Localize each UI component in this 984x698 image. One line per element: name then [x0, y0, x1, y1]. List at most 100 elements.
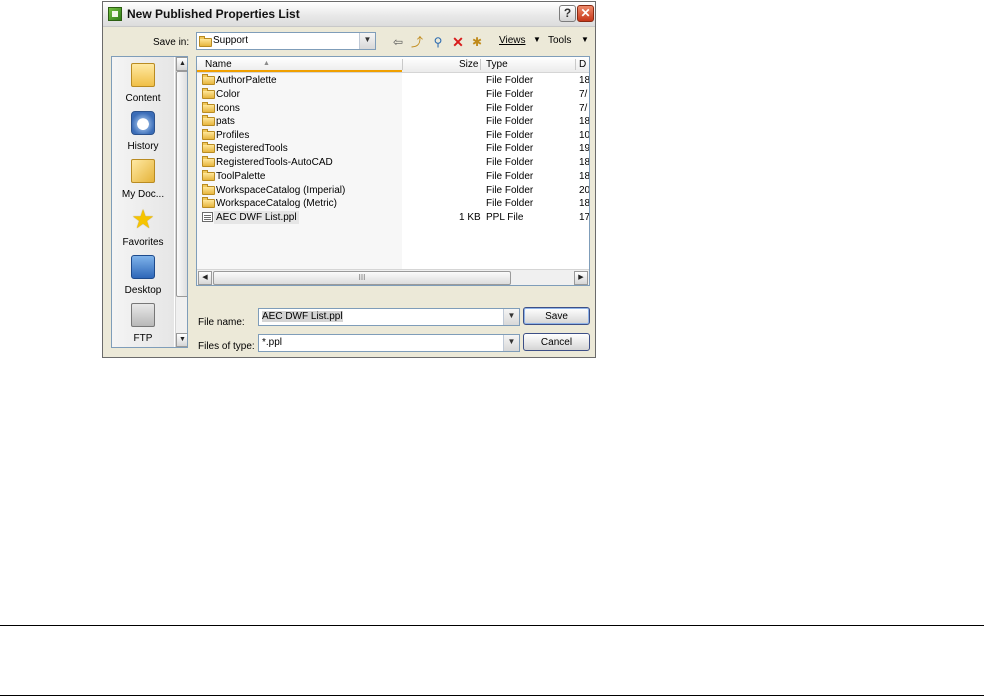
new-folder-icon[interactable]: ✱: [469, 35, 485, 49]
file-date: 18: [579, 171, 590, 182]
file-name: RegisteredTools: [216, 143, 288, 154]
file-type: File Folder: [486, 185, 534, 196]
file-name-value-wrap: AEC DWF List.ppl: [262, 311, 343, 322]
place-label: FTP: [133, 333, 153, 344]
save-in-label: Save in:: [153, 37, 190, 48]
file-row[interactable]: ToolPalette File Folder 18: [197, 170, 589, 183]
file-row[interactable]: AEC DWF List.ppl 1 KB PPL File 17: [197, 211, 589, 224]
file-row[interactable]: RegisteredTools-AutoCAD File Folder 18: [197, 156, 589, 169]
column-type[interactable]: Type: [486, 59, 508, 70]
file-name: ToolPalette: [216, 171, 266, 182]
page-divider: [0, 625, 984, 626]
file-name-label: File name:: [198, 317, 245, 328]
page-divider: [0, 695, 984, 696]
delete-icon[interactable]: ✕: [450, 35, 466, 49]
file-type-value: *.ppl: [262, 337, 283, 348]
file-date: 17: [579, 212, 590, 223]
scroll-thumb[interactable]: III: [213, 271, 511, 285]
file-type: File Folder: [486, 198, 534, 209]
save-button[interactable]: Save: [523, 307, 590, 325]
column-header: Name ▲ Size Type D: [197, 57, 589, 73]
column-divider[interactable]: [480, 59, 481, 70]
favorites-star-icon: ★: [131, 204, 155, 234]
folder-icon: [202, 115, 215, 126]
scroll-left-icon[interactable]: ◀: [198, 271, 212, 285]
file-row[interactable]: Color File Folder 7/: [197, 88, 589, 101]
close-button[interactable]: ✕: [577, 5, 594, 22]
file-row[interactable]: Profiles File Folder 10: [197, 129, 589, 142]
folder-icon: [202, 74, 215, 85]
file-name: Icons: [216, 103, 240, 114]
views-menu[interactable]: Views: [499, 35, 526, 46]
folder-icon: [202, 156, 215, 167]
places-list: Content History My Doc... ★ Favorites De…: [112, 57, 174, 347]
file-type-dropdown[interactable]: *.ppl ▼: [258, 334, 520, 352]
file-date: 7/: [579, 89, 588, 100]
file-type-label: Files of type:: [198, 341, 255, 352]
column-size[interactable]: Size: [459, 59, 478, 70]
file-size: 1 KB: [459, 212, 481, 223]
file-row[interactable]: AuthorPalette File Folder 18: [197, 74, 589, 87]
file-row[interactable]: Icons File Folder 7/: [197, 102, 589, 115]
save-in-dropdown[interactable]: Support ▼: [196, 32, 376, 50]
tools-arrow-icon[interactable]: ▼: [581, 35, 589, 44]
save-in-value: Support: [213, 35, 249, 46]
file-name: RegisteredTools-AutoCAD: [216, 157, 333, 168]
file-date: 18: [579, 116, 590, 127]
folder-icon: [202, 197, 215, 208]
file-name: WorkspaceCatalog (Imperial): [216, 185, 346, 196]
file-type: File Folder: [486, 116, 534, 127]
sort-ascending-icon: ▲: [263, 60, 270, 67]
file-row[interactable]: pats File Folder 18: [197, 115, 589, 128]
my-documents-icon: [131, 159, 155, 183]
file-date: 7/: [579, 103, 588, 114]
file-name-input[interactable]: AEC DWF List.ppl ▼: [258, 308, 520, 326]
folder-icon: [202, 129, 215, 140]
file-row[interactable]: WorkspaceCatalog (Imperial) File Folder …: [197, 184, 589, 197]
search-web-icon[interactable]: ⚲: [430, 35, 446, 49]
file-date: 10: [579, 130, 590, 141]
column-name[interactable]: Name: [205, 59, 232, 70]
file-date: 18: [579, 198, 590, 209]
folder-icon: [202, 102, 215, 113]
column-date[interactable]: D: [579, 59, 586, 70]
scroll-thumb[interactable]: [176, 71, 187, 297]
tools-menu[interactable]: Tools: [548, 35, 571, 46]
chevron-down-icon[interactable]: ▼: [503, 335, 519, 351]
back-arrow-icon[interactable]: ⇦: [390, 35, 406, 49]
file-row[interactable]: RegisteredTools File Folder 19: [197, 142, 589, 155]
scroll-right-icon[interactable]: ▶: [574, 271, 588, 285]
places-scrollbar[interactable]: ▲ ▼: [175, 57, 187, 347]
file-type: PPL File: [486, 212, 524, 223]
place-label: History: [127, 141, 159, 152]
file-type: File Folder: [486, 130, 534, 141]
app-icon: [108, 7, 122, 21]
scroll-down-icon[interactable]: ▼: [176, 333, 187, 347]
scroll-up-icon[interactable]: ▲: [176, 57, 187, 71]
place-label: Desktop: [124, 285, 162, 296]
column-divider[interactable]: [402, 59, 403, 70]
file-type: File Folder: [486, 89, 534, 100]
file-name: AuthorPalette: [216, 75, 277, 86]
file-row[interactable]: WorkspaceCatalog (Metric) File Folder 18: [197, 197, 589, 210]
file-list[interactable]: Name ▲ Size Type D AuthorPalette File Fo…: [196, 56, 590, 286]
title-bar[interactable]: New Published Properties List ? ✕: [103, 2, 595, 27]
file-name: AEC DWF List.ppl: [214, 211, 299, 224]
up-folder-icon[interactable]: ⤴: [409, 35, 425, 49]
file-type: File Folder: [486, 157, 534, 168]
ppl-file-icon: [202, 212, 213, 222]
cancel-button[interactable]: Cancel: [523, 333, 590, 351]
desktop-icon: [131, 255, 155, 279]
file-type: File Folder: [486, 143, 534, 154]
file-type: File Folder: [486, 171, 534, 182]
column-divider[interactable]: [575, 59, 576, 70]
views-arrow-icon[interactable]: ▼: [533, 35, 541, 44]
file-name: WorkspaceCatalog (Metric): [216, 198, 337, 209]
horizontal-scrollbar[interactable]: ◀ III ▶: [197, 269, 589, 285]
place-label: Content: [125, 93, 161, 104]
chevron-down-icon[interactable]: ▼: [359, 33, 375, 49]
dialog-title: New Published Properties List: [127, 7, 300, 21]
chevron-down-icon[interactable]: ▼: [503, 309, 519, 325]
folder-icon: [202, 88, 215, 99]
help-button[interactable]: ?: [559, 5, 576, 22]
